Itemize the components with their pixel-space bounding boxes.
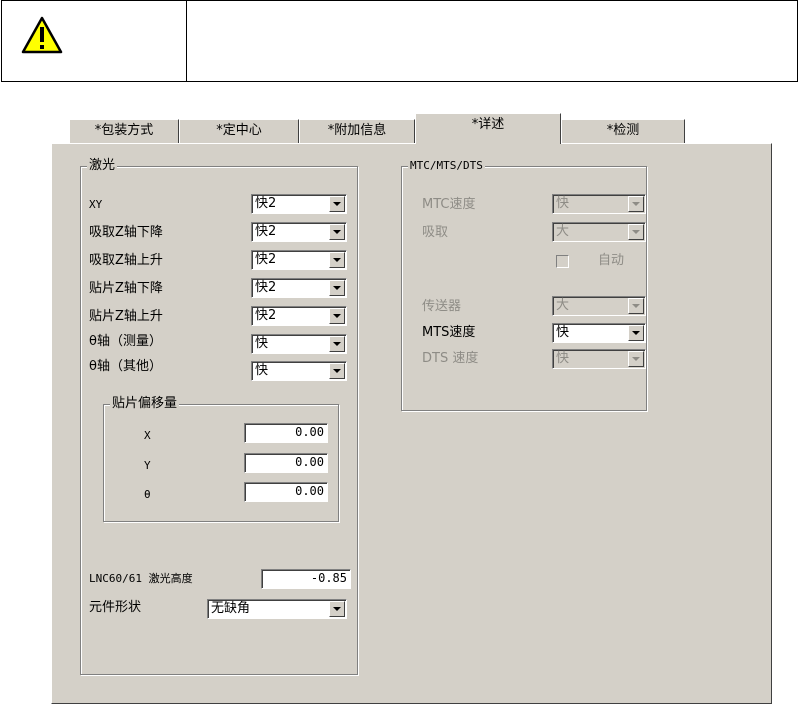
offset-x-input[interactable]: 0.00 bbox=[244, 423, 328, 443]
chevron-down-icon[interactable] bbox=[329, 601, 345, 617]
tab-additional-info[interactable]: *附加信息 bbox=[299, 119, 415, 143]
mtc-pickup-label: 吸取 bbox=[422, 225, 449, 240]
pickup-z-down-label: 吸取Z轴下降 bbox=[89, 225, 163, 240]
component-settings-dialog: *包装方式 *定中心 *附加信息 *详述 *检测 激光 XY 快2 吸取Z轴下降… bbox=[51, 113, 772, 704]
conveyor-select[interactable]: 大 bbox=[552, 296, 646, 316]
offset-x-label: X bbox=[144, 429, 151, 442]
conveyor-label: 传送器 bbox=[422, 299, 462, 314]
chevron-down-icon[interactable] bbox=[628, 351, 644, 367]
component-shape-select[interactable]: 无缺角 bbox=[207, 599, 347, 619]
chevron-down-icon[interactable] bbox=[628, 325, 644, 341]
mtc-mts-dts-group: MTC/MTS/DTS MTC速度 快 吸取 大 自动 传送器 大 MTS速度 … bbox=[401, 158, 647, 411]
component-shape-label: 元件形状 bbox=[89, 600, 142, 615]
auto-checkbox[interactable] bbox=[556, 255, 569, 268]
theta-other-select[interactable]: 快 bbox=[251, 361, 347, 381]
mtc-pickup-select[interactable]: 大 bbox=[552, 222, 646, 242]
warning-icon-cell bbox=[2, 1, 187, 81]
tab-centering[interactable]: *定中心 bbox=[179, 119, 299, 143]
mount-offset-legend: 贴片偏移量 bbox=[110, 396, 180, 412]
theta-measure-label: θ轴（测量） bbox=[89, 334, 162, 349]
pickup-z-up-select[interactable]: 快2 bbox=[251, 250, 347, 270]
lnc-laser-height-label: LNC60/61 激光高度 bbox=[89, 572, 193, 585]
mts-speed-select[interactable]: 快 bbox=[552, 323, 646, 343]
chevron-down-icon[interactable] bbox=[329, 224, 345, 240]
chevron-down-icon[interactable] bbox=[628, 196, 644, 212]
chevron-down-icon[interactable] bbox=[628, 298, 644, 314]
warning-table bbox=[1, 0, 798, 82]
pickup-z-up-label: 吸取Z轴上升 bbox=[89, 253, 163, 268]
mount-offset-group: 贴片偏移量 X 0.00 Y 0.00 θ 0.00 bbox=[103, 396, 339, 522]
mtc-speed-label: MTC速度 bbox=[422, 197, 476, 212]
dts-speed-label: DTS 速度 bbox=[422, 351, 479, 366]
tab-details[interactable]: *详述 bbox=[415, 113, 561, 144]
chevron-down-icon[interactable] bbox=[329, 196, 345, 212]
chevron-down-icon[interactable] bbox=[329, 280, 345, 296]
warning-icon bbox=[21, 16, 63, 54]
chevron-down-icon[interactable] bbox=[329, 252, 345, 268]
mount-z-up-select[interactable]: 快2 bbox=[251, 306, 347, 326]
theta-measure-select[interactable]: 快 bbox=[251, 334, 347, 354]
mount-z-down-label: 贴片Z轴下降 bbox=[89, 281, 163, 296]
mtc-speed-select[interactable]: 快 bbox=[552, 194, 646, 214]
dts-speed-select[interactable]: 快 bbox=[552, 349, 646, 369]
offset-y-input[interactable]: 0.00 bbox=[244, 453, 328, 473]
tab-inspection[interactable]: *检测 bbox=[561, 119, 685, 143]
tab-packaging[interactable]: *包装方式 bbox=[69, 119, 179, 143]
chevron-down-icon[interactable] bbox=[329, 308, 345, 324]
offset-theta-input[interactable]: 0.00 bbox=[244, 482, 328, 502]
lnc-laser-height-input[interactable]: -0.85 bbox=[261, 569, 351, 589]
chevron-down-icon[interactable] bbox=[628, 224, 644, 240]
laser-group-legend: 激光 bbox=[87, 158, 118, 174]
mtc-group-legend: MTC/MTS/DTS bbox=[408, 158, 485, 174]
offset-y-label: Y bbox=[144, 459, 151, 472]
mount-z-up-label: 贴片Z轴上升 bbox=[89, 309, 163, 324]
mount-z-down-select[interactable]: 快2 bbox=[251, 278, 347, 298]
xy-speed-select[interactable]: 快2 bbox=[251, 194, 347, 214]
chevron-down-icon[interactable] bbox=[329, 363, 345, 379]
mts-speed-label: MTS速度 bbox=[422, 325, 476, 340]
pickup-z-down-select[interactable]: 快2 bbox=[251, 222, 347, 242]
tab-strip: *包装方式 *定中心 *附加信息 *详述 *检测 bbox=[51, 113, 772, 144]
chevron-down-icon[interactable] bbox=[329, 336, 345, 352]
xy-label: XY bbox=[89, 198, 103, 211]
offset-theta-label: θ bbox=[144, 488, 151, 501]
auto-checkbox-label: 自动 bbox=[598, 253, 625, 268]
laser-group: 激光 XY 快2 吸取Z轴下降 快2 吸取Z轴上升 快2 贴片Z轴下降 快2 贴… bbox=[80, 158, 358, 675]
theta-other-label: θ轴（其他） bbox=[89, 359, 162, 374]
details-tab-page: 激光 XY 快2 吸取Z轴下降 快2 吸取Z轴上升 快2 贴片Z轴下降 快2 贴… bbox=[51, 143, 772, 704]
